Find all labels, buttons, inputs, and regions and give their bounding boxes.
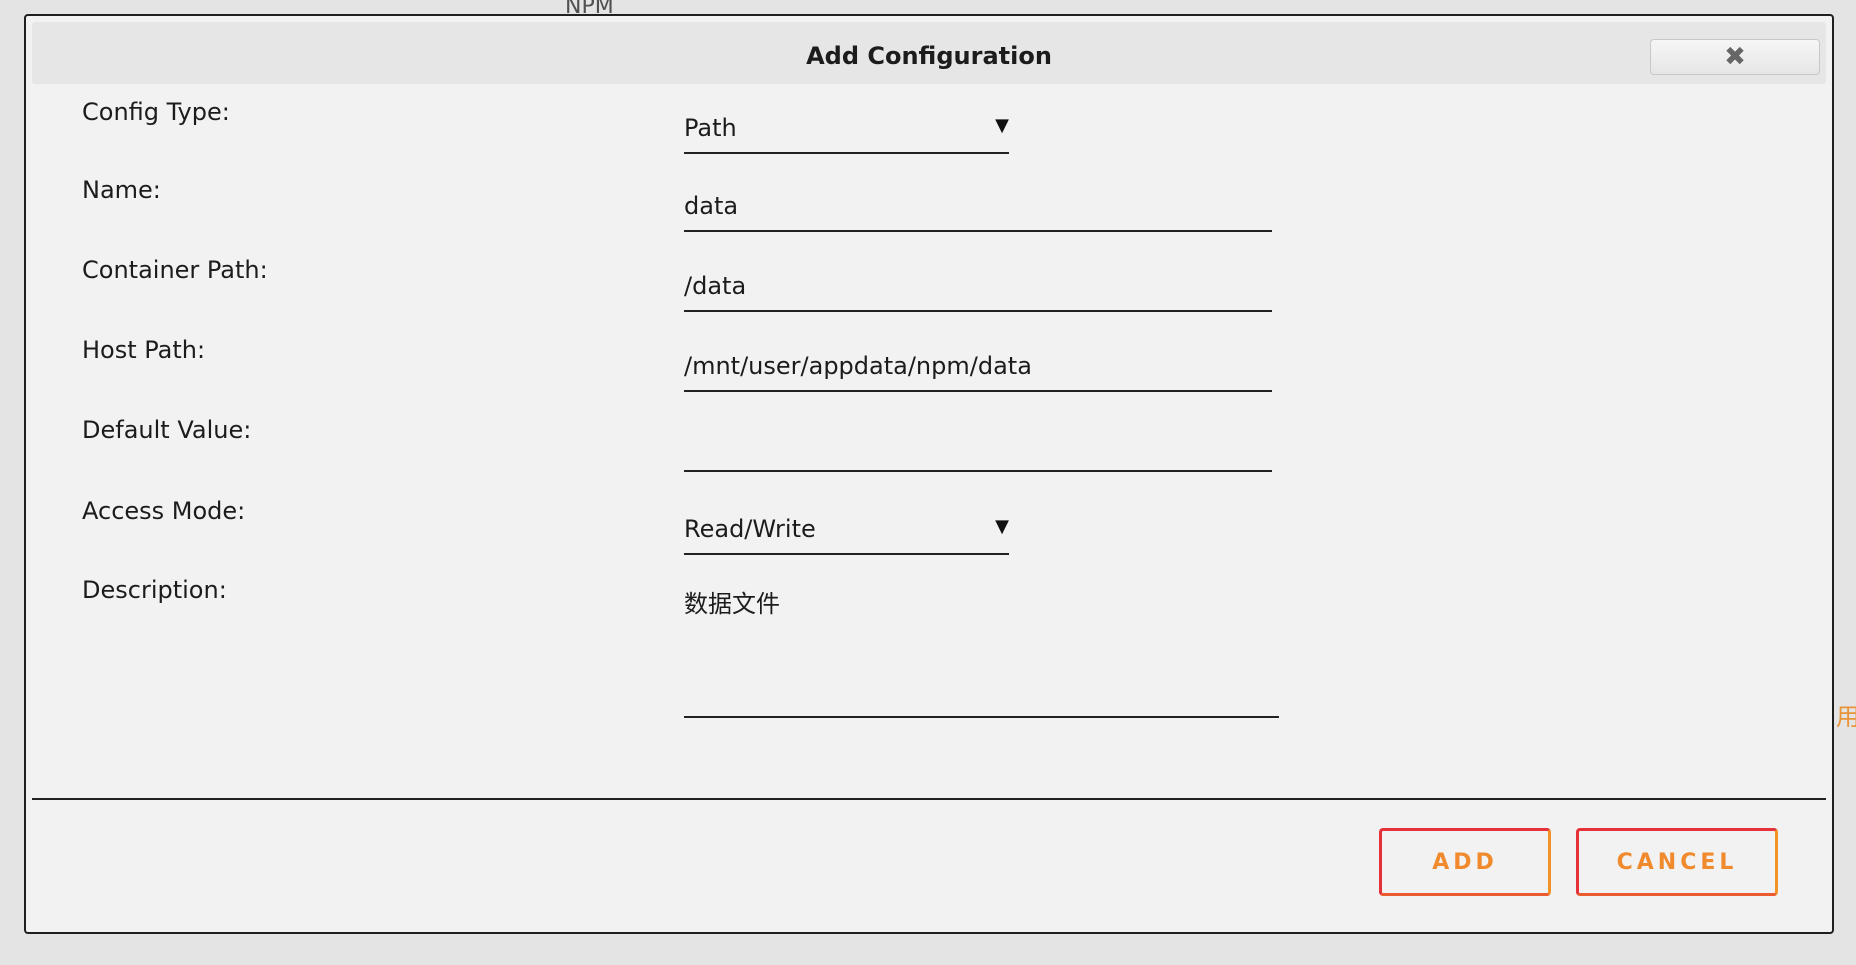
host-path-label: Host Path: [82, 336, 206, 364]
description-value: 数据文件 [684, 590, 780, 618]
add-button[interactable]: ADD [1379, 828, 1551, 896]
container-path-label: Container Path: [82, 256, 268, 284]
host-path-value: /mnt/user/appdata/npm/data [684, 352, 1032, 380]
name-label: Name: [82, 176, 161, 204]
access-mode-label: Access Mode: [82, 497, 246, 525]
config-type-select[interactable]: Path ▼ [684, 98, 1009, 154]
container-path-value: /data [684, 272, 747, 300]
host-path-input[interactable]: /mnt/user/appdata/npm/data [684, 332, 1272, 392]
default-value-label: Default Value: [82, 416, 252, 444]
close-button[interactable]: ✖ [1650, 39, 1820, 75]
access-mode-select[interactable]: Read/Write ▼ [684, 497, 1009, 555]
dialog-titlebar: Add Configuration ✖ [32, 22, 1826, 84]
footer-divider [32, 798, 1826, 800]
name-value: data [684, 192, 739, 220]
access-mode-value: Read/Write [684, 515, 816, 543]
dialog-title: Add Configuration [806, 42, 1052, 70]
config-type-label: Config Type: [82, 98, 230, 126]
dropdown-arrow-icon: ▼ [995, 115, 1009, 136]
config-type-value: Path [684, 114, 737, 142]
name-input[interactable]: data [684, 172, 1272, 232]
container-path-input[interactable]: /data [684, 252, 1272, 312]
default-value-input[interactable] [684, 412, 1272, 472]
background-partial-text: 用 [1836, 703, 1856, 731]
description-label: Description: [82, 576, 227, 604]
close-icon: ✖ [1724, 42, 1746, 72]
cancel-button[interactable]: CANCEL [1576, 828, 1778, 896]
dropdown-arrow-icon: ▼ [995, 516, 1009, 537]
description-textarea[interactable]: 数据文件 [684, 572, 1279, 718]
add-configuration-dialog: Add Configuration ✖ Config Type: Path ▼ … [24, 14, 1834, 934]
